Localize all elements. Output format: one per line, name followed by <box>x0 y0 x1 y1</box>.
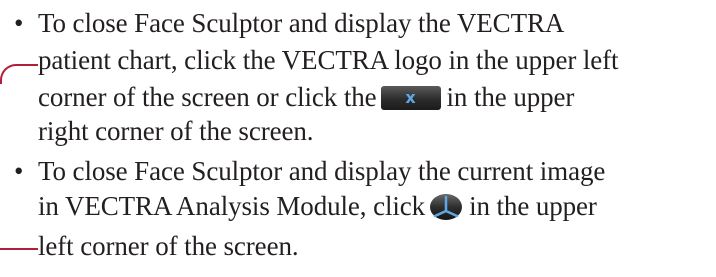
text-segment: corner of the screen or click the <box>38 82 377 112</box>
text-line: To close Face Sculptor and display the c… <box>38 156 606 186</box>
text-line: To close Face Sculptor and display the V… <box>38 8 565 38</box>
text-segment: in the upper <box>446 82 575 112</box>
text-line: right corner of the screen. <box>38 116 314 146</box>
text-line-with-icon: in VECTRA Analysis Module, click in the … <box>38 190 597 222</box>
bullet-marker: • <box>14 8 24 38</box>
text-line: left corner of the screen. <box>38 231 299 261</box>
analysis-module-icon <box>430 194 463 220</box>
bullet-marker: • <box>14 156 24 186</box>
text-segment: in the upper <box>469 191 597 221</box>
text-line-with-icon: corner of the screen or click the x in the… <box>38 81 574 113</box>
text-line: patient chart, click the VECTRA logo in … <box>38 45 619 75</box>
callout-leader-line <box>0 248 38 250</box>
close-x-icon: x <box>380 86 441 110</box>
close-x-icon-label: x <box>405 88 416 107</box>
text-segment: in VECTRA Analysis Module, click <box>38 191 426 221</box>
callout-leader-line <box>0 64 38 84</box>
instruction-page: • To close Face Sculptor and display the… <box>0 0 716 277</box>
